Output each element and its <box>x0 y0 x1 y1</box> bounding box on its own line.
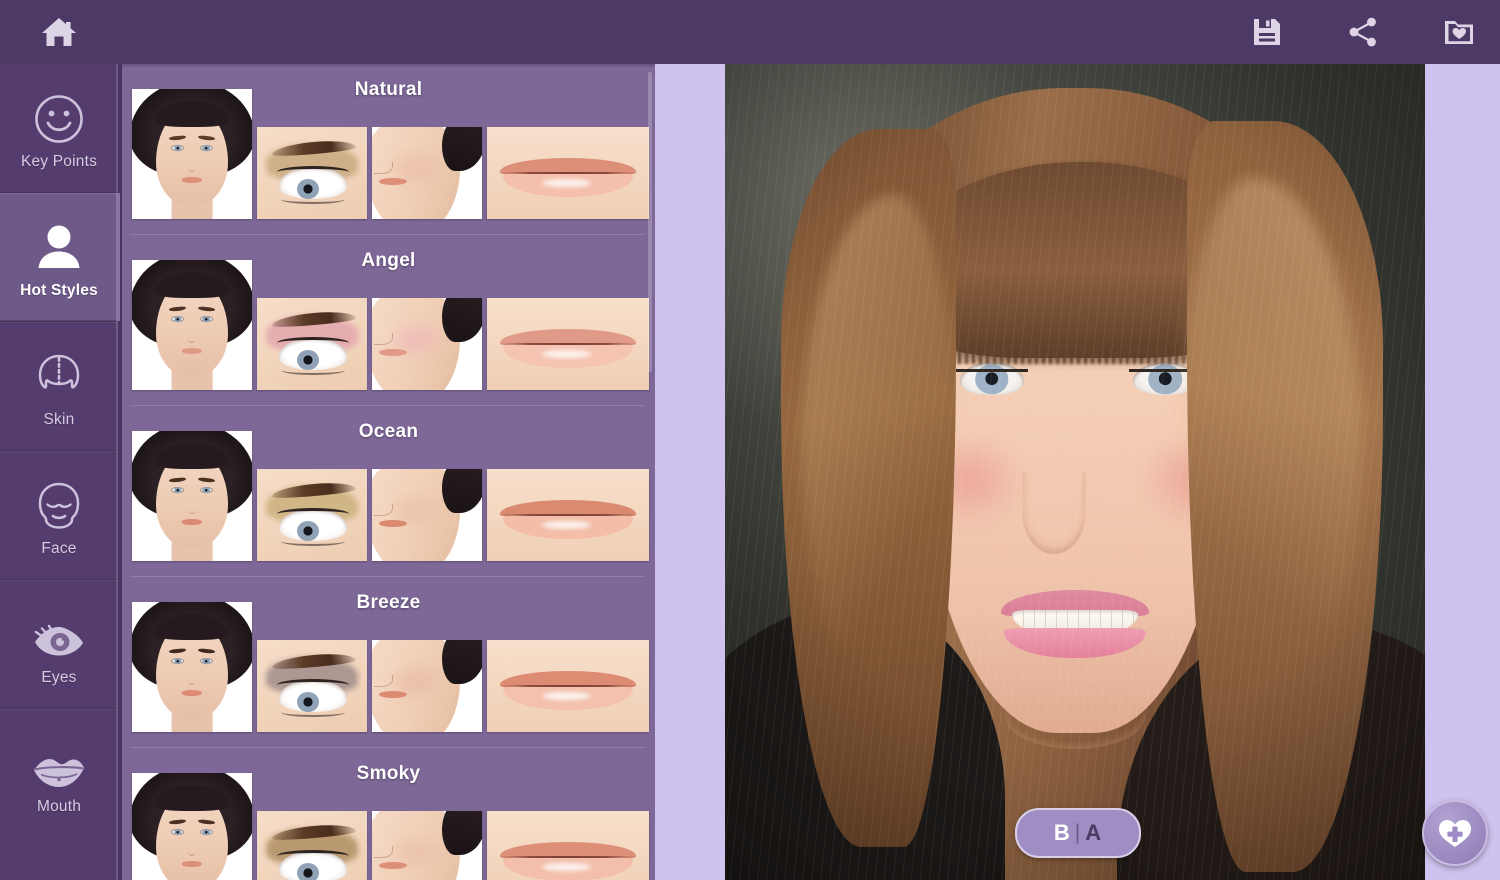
home-icon <box>42 18 76 46</box>
sidebar-item-label: Skin <box>43 411 75 428</box>
app-root: Key Points Hot Styles Skin Face Eyes Mou… <box>0 0 1500 880</box>
smiley-face-icon <box>31 85 87 147</box>
thumb-eye[interactable] <box>257 127 367 219</box>
save-button[interactable] <box>1244 9 1290 55</box>
thumb-lips[interactable] <box>487 298 649 390</box>
folder-heart-icon <box>1445 21 1473 44</box>
hot-styles-list[interactable]: Natural Angel Ocean Breeze Smoky <box>122 64 655 880</box>
sidebar-item-label: Eyes <box>41 669 77 686</box>
add-favorite-button[interactable] <box>1422 800 1488 866</box>
topbar-actions <box>1244 8 1482 56</box>
thumb-lips[interactable] <box>487 811 649 880</box>
sidebar-item-face[interactable]: Face <box>0 451 118 579</box>
thumb-full-face[interactable] <box>132 260 252 390</box>
head-outline-icon <box>31 343 87 405</box>
thumb-cheek[interactable] <box>372 811 482 880</box>
photo-canvas[interactable]: B | A <box>655 64 1500 880</box>
style-thumbs <box>132 260 649 390</box>
thumb-cheek[interactable] <box>372 469 482 561</box>
style-row-breeze[interactable]: Breeze <box>122 577 655 748</box>
top-app-bar <box>0 0 1500 64</box>
style-thumbs <box>132 89 649 219</box>
sidebar-item-key-points[interactable]: Key Points <box>0 64 118 192</box>
before-after-toggle[interactable]: B | A <box>1014 808 1141 858</box>
lips-icon <box>30 730 88 792</box>
eye-icon <box>30 601 88 663</box>
before-label: B <box>1053 820 1070 845</box>
style-row-angel[interactable]: Angel <box>122 235 655 406</box>
compare-divider: | <box>1074 821 1081 844</box>
mouth-region <box>998 590 1152 659</box>
thumb-eye[interactable] <box>257 811 367 880</box>
thumb-eye[interactable] <box>257 469 367 561</box>
thumb-lips[interactable] <box>487 127 649 219</box>
style-row-smoky[interactable]: Smoky <box>122 748 655 880</box>
thumb-lips[interactable] <box>487 469 649 561</box>
gallery-button[interactable] <box>1436 9 1482 55</box>
eye-left <box>955 361 1028 396</box>
nose-region <box>1023 472 1086 554</box>
home-button[interactable] <box>28 8 90 56</box>
style-thumbs <box>132 431 649 561</box>
thumb-full-face[interactable] <box>132 431 252 561</box>
share-icon <box>1349 17 1376 47</box>
sidebar-nav: Key Points Hot Styles Skin Face Eyes Mou… <box>0 64 120 880</box>
thumb-eye[interactable] <box>257 298 367 390</box>
thumb-cheek[interactable] <box>372 298 482 390</box>
heart-plus-icon <box>1439 820 1471 847</box>
sidebar-item-mouth[interactable]: Mouth <box>0 709 118 837</box>
thumb-full-face[interactable] <box>132 773 252 880</box>
chin-region <box>1005 684 1145 749</box>
style-thumbs <box>132 602 649 732</box>
thumb-full-face[interactable] <box>132 89 252 219</box>
thumb-full-face[interactable] <box>132 602 252 732</box>
sidebar-item-label: Key Points <box>20 153 98 170</box>
face-icon <box>31 472 87 534</box>
thumb-eye[interactable] <box>257 640 367 732</box>
after-label: A <box>1085 820 1102 845</box>
sidebar-item-skin[interactable]: Skin <box>0 322 118 450</box>
thumb-cheek[interactable] <box>372 640 482 732</box>
style-thumbs <box>132 773 649 880</box>
style-row-ocean[interactable]: Ocean <box>122 406 655 577</box>
style-row-natural[interactable]: Natural <box>122 64 655 235</box>
sidebar-item-label: Face <box>41 540 77 557</box>
sidebar-item-eyes[interactable]: Eyes <box>0 580 118 708</box>
share-button[interactable] <box>1340 9 1386 55</box>
thumb-lips[interactable] <box>487 640 649 732</box>
save-icon <box>1254 19 1280 45</box>
portrait-photo[interactable] <box>725 64 1425 880</box>
sidebar-item-label: Mouth <box>36 798 82 815</box>
person-icon <box>31 214 87 276</box>
styles-scrollbar[interactable] <box>648 72 652 372</box>
sidebar-item-hot-styles[interactable]: Hot Styles <box>0 193 120 321</box>
sidebar-item-label: Hot Styles <box>20 282 98 299</box>
thumb-cheek[interactable] <box>372 127 482 219</box>
